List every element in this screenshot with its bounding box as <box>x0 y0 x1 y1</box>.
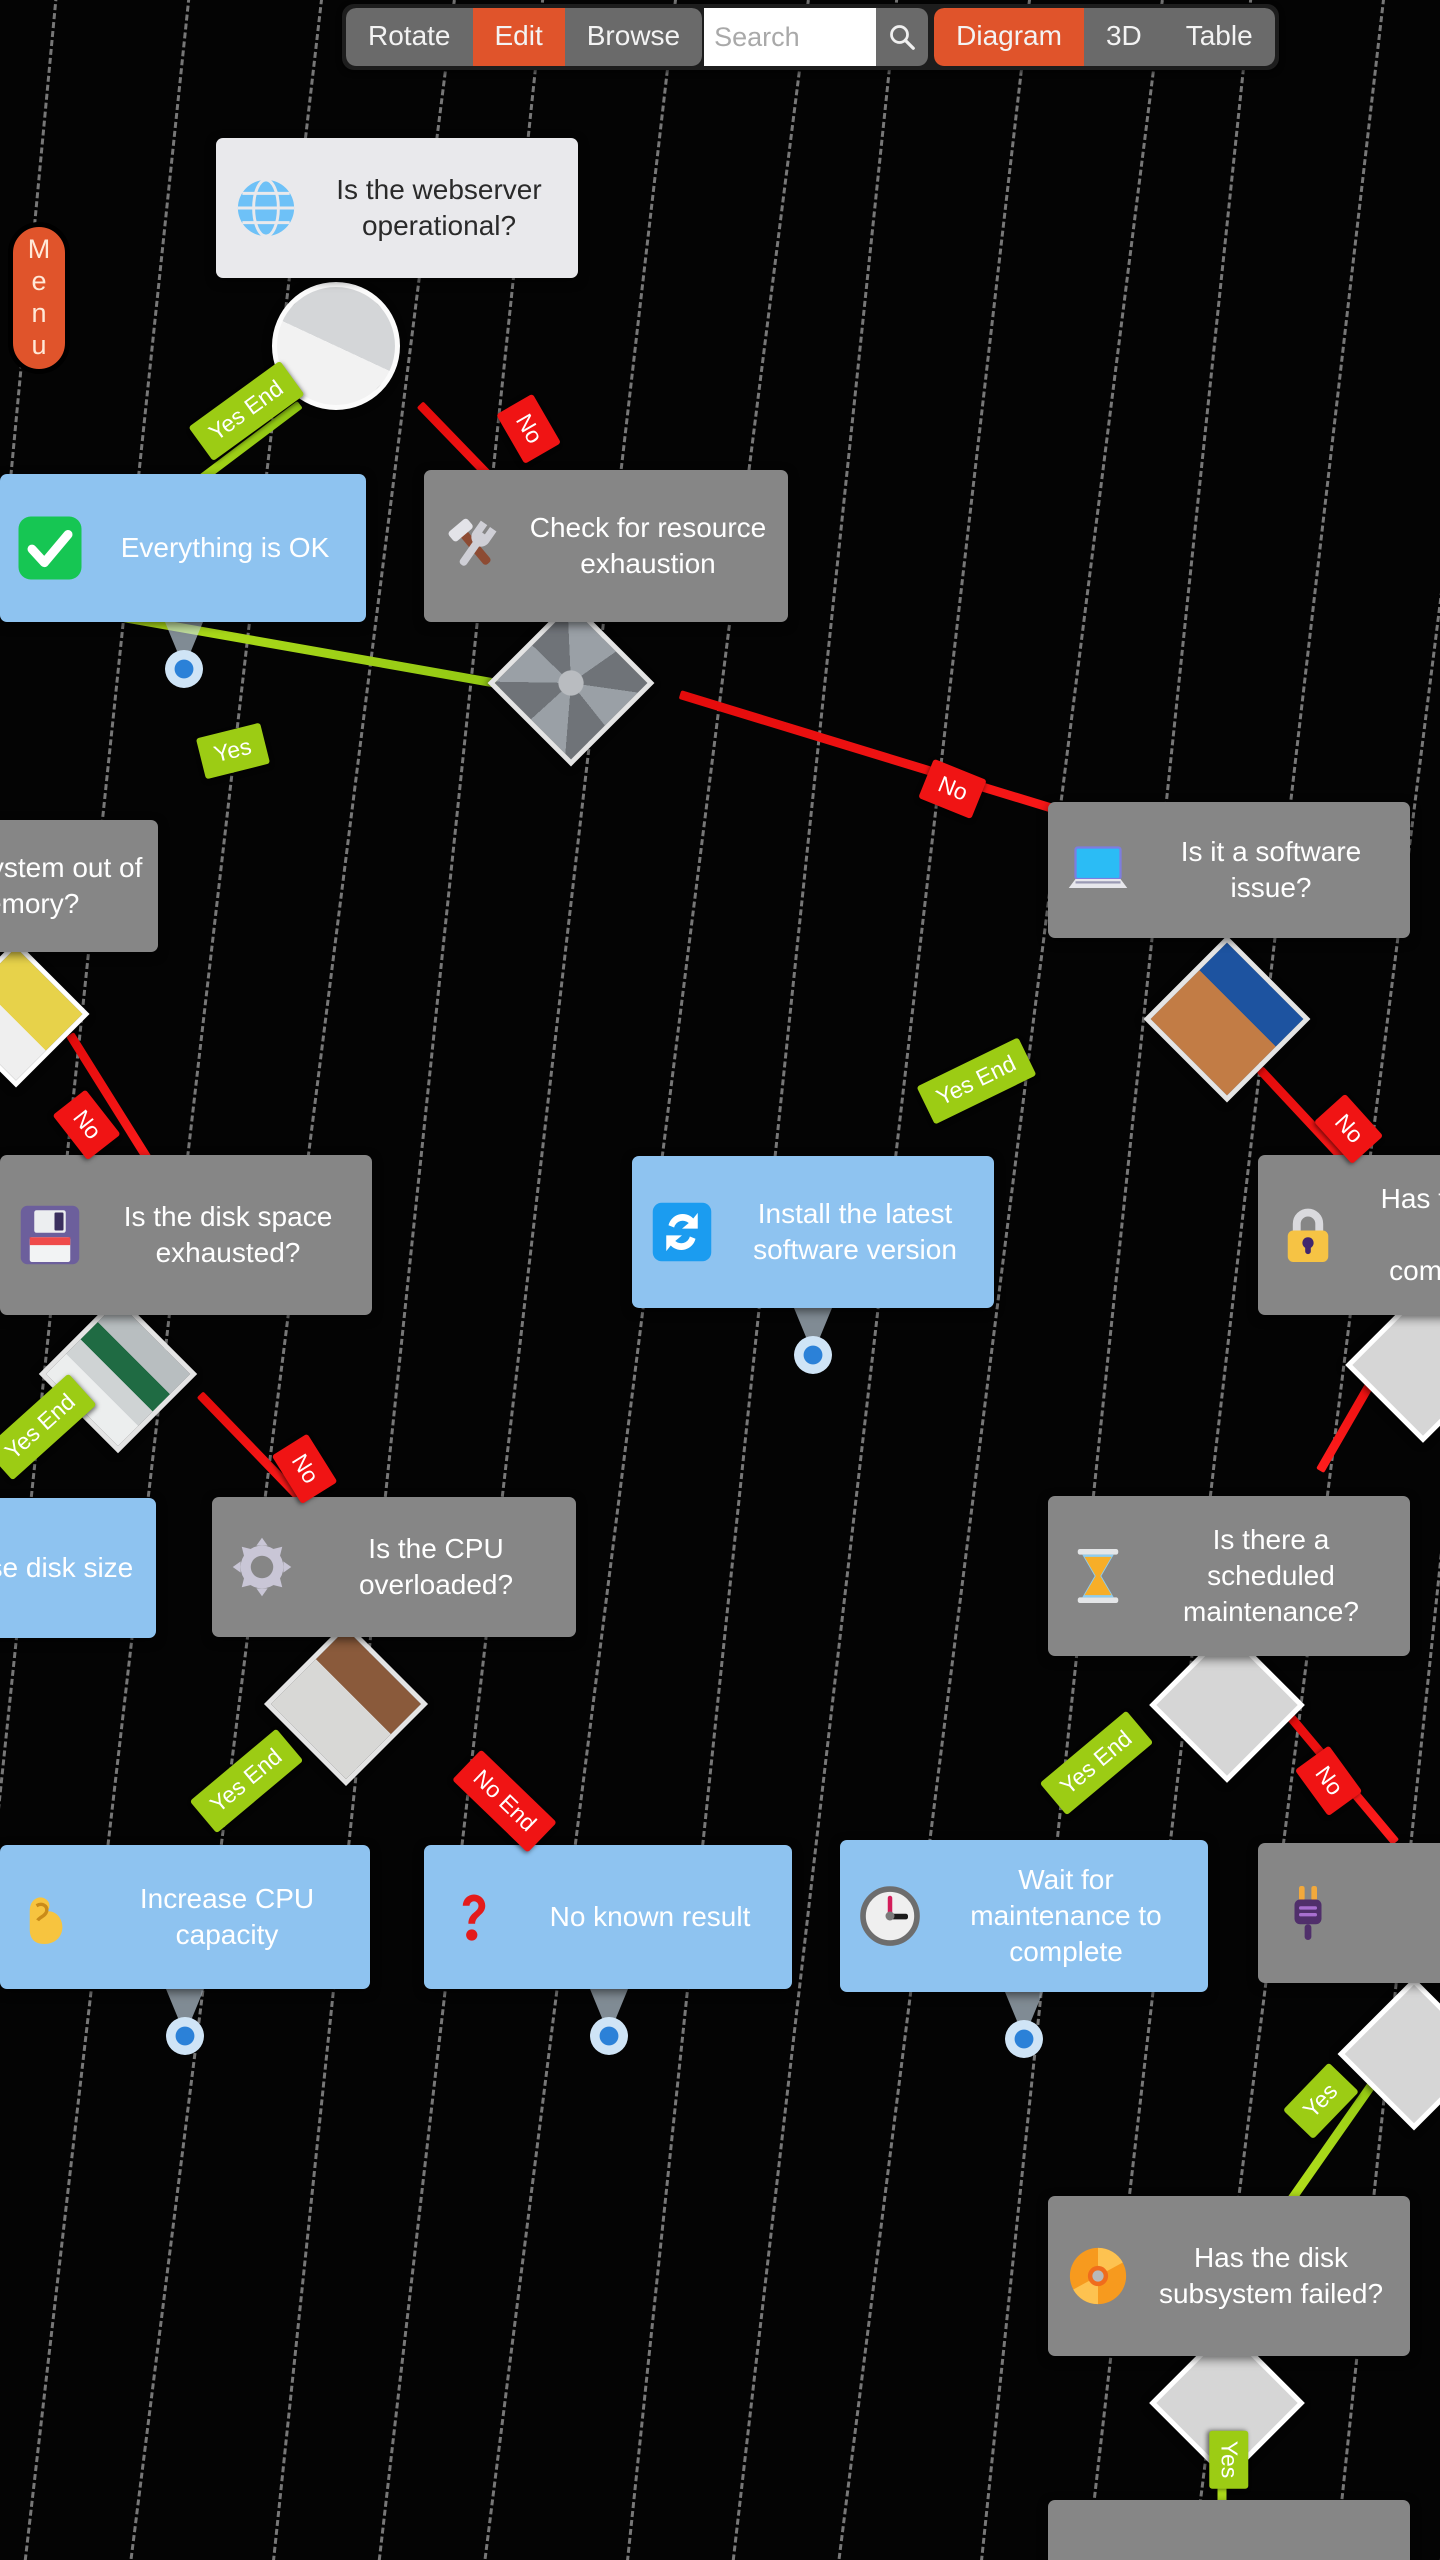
node-webserver-operational[interactable]: Is the webserver operational? <box>216 138 578 278</box>
view-3d[interactable]: 3D <box>1083 8 1164 66</box>
node-label: Everything is OK <box>120 532 330 564</box>
node-software-issue[interactable]: Is it a software issue? <box>1048 802 1410 938</box>
edge-label-yes-2: Yes <box>195 722 270 780</box>
search-box[interactable] <box>704 8 929 66</box>
node-install-latest-software[interactable]: Install the latest software version <box>632 1156 994 1308</box>
tools-icon <box>438 510 510 582</box>
globe-icon <box>230 172 302 244</box>
view-table[interactable]: Table <box>1163 8 1275 66</box>
toolbar-view-group[interactable]: Diagram 3D Table <box>934 8 1275 66</box>
node-disk-subsystem-failed[interactable]: Has the disk subsystem failed? <box>1048 2196 1410 2356</box>
terminator-dot <box>166 2017 204 2055</box>
menu-letter: n <box>31 298 47 328</box>
edge-label-yes-end-5: Yes End <box>1039 1710 1154 1816</box>
terminator-dot <box>590 2017 628 2055</box>
node-security-compromised[interactable]: Has the security been compromised? <box>1258 1155 1440 1315</box>
floppy-icon <box>14 1199 86 1271</box>
node-label: Check for resource exhaustion <box>529 512 767 579</box>
gear-icon <box>226 1531 298 1603</box>
terminator-dot <box>1005 2020 1043 2058</box>
node-label: Is the system out of memory? <box>0 852 143 919</box>
menu-letter: M <box>27 234 51 265</box>
node-label: No known result <box>549 1901 751 1933</box>
disc-icon <box>1062 2240 1134 2312</box>
edge-label-no-1: No <box>496 393 562 465</box>
node-label: Increase CPU capacity <box>139 1883 315 1950</box>
node-everything-ok[interactable]: Everything is OK <box>0 474 366 622</box>
question-mark-icon <box>438 1881 510 1953</box>
clock-icon <box>854 1880 926 1952</box>
edge-label-no-6: No <box>1294 1745 1363 1817</box>
node-wait-maintenance-complete[interactable]: Wait for maintenance to complete <box>840 1840 1208 1992</box>
menu-letter: u <box>31 329 47 360</box>
gate-memory[interactable] <box>0 940 90 1088</box>
edge-label-no-end-1: No End <box>452 1749 557 1853</box>
browse-button[interactable]: Browse <box>564 8 703 66</box>
node-check-resource-exhaustion[interactable]: Check for resource exhaustion <box>424 470 788 622</box>
node-label: Has the disk subsystem failed? <box>1158 2242 1384 2309</box>
edge-label-yes-3: Yes <box>1282 2062 1359 2140</box>
edge-label-no-5: No <box>271 1433 338 1505</box>
hourglass-icon <box>1062 1540 1134 1612</box>
node-increase-cpu-capacity[interactable]: Increase CPU capacity <box>0 1845 370 1989</box>
edge-label-yes-end-4: Yes End <box>189 1728 304 1834</box>
edge-label-yes-end-3: Yes End <box>0 1373 97 1481</box>
menu-tab[interactable]: M e n u <box>8 222 70 374</box>
node-no-known-result[interactable]: No known result <box>424 1845 792 1989</box>
node-scheduled-maintenance[interactable]: Is there a scheduled maintenance? <box>1048 1496 1410 1656</box>
terminator-dot <box>165 650 203 688</box>
search-icon <box>890 25 915 50</box>
laptop-icon <box>1062 834 1134 906</box>
node-disk-space-exhausted[interactable]: Is the disk space exhausted? <box>0 1155 372 1315</box>
node-label: Is the webserver operational? <box>336 174 542 241</box>
toolbar[interactable]: Rotate Edit Browse Diagram 3D Table <box>342 4 1279 70</box>
node-label: Wait for maintenance to complete <box>970 1864 1162 1967</box>
node-label: Is the disk space exhausted? <box>123 1201 333 1268</box>
gate-software-issue[interactable] <box>1143 935 1311 1103</box>
sync-icon <box>646 1196 718 1268</box>
edit-button[interactable]: Edit <box>472 8 565 66</box>
plug-icon <box>1272 1877 1344 1949</box>
edge-label-yes-end-2: Yes End <box>916 1037 1037 1125</box>
node-label: Is it a software issue? <box>1180 836 1362 903</box>
search-button[interactable] <box>876 8 929 66</box>
search-input[interactable] <box>704 8 877 66</box>
terminator-dot <box>794 1336 832 1374</box>
node-label: Has the security been compromised? <box>1380 1183 1440 1286</box>
node-label: Increase disk size <box>0 1552 134 1584</box>
toolbar-mode-group[interactable]: Rotate Edit Browse <box>346 8 703 66</box>
node-label: Is there a scheduled maintenance? <box>1183 1524 1359 1627</box>
muscle-icon <box>14 1881 86 1953</box>
node-label: Is the CPU overloaded? <box>358 1533 514 1600</box>
diagram-canvas[interactable]: Is the webserver operational? Everything… <box>0 0 1440 2560</box>
gate-resource-exhaustion[interactable] <box>487 599 655 767</box>
edge-label-no-4: No <box>1313 1093 1384 1165</box>
edge-label-yes-4: Yes <box>1209 2430 1249 2489</box>
node-is-it-power[interactable]: Is it <box>1258 1843 1440 1983</box>
lock-icon <box>1272 1199 1344 1271</box>
node-cpu-overloaded[interactable]: Is the CPU overloaded? <box>212 1497 576 1637</box>
node-increase-disk-size[interactable]: Increase disk size <box>0 1498 156 1638</box>
node-has-the-raid[interactable]: Has the RAID <box>1048 2500 1410 2560</box>
view-diagram[interactable]: Diagram <box>934 8 1084 66</box>
square-icon <box>1062 2544 1134 2560</box>
node-system-out-of-memory[interactable]: Is the system out of memory? <box>0 820 158 952</box>
node-label: Install the latest software version <box>753 1198 957 1265</box>
menu-letter: e <box>31 266 47 297</box>
check-icon <box>14 512 86 584</box>
node-label: Is it <box>1356 1895 1440 1931</box>
rotate-button[interactable]: Rotate <box>346 8 473 66</box>
